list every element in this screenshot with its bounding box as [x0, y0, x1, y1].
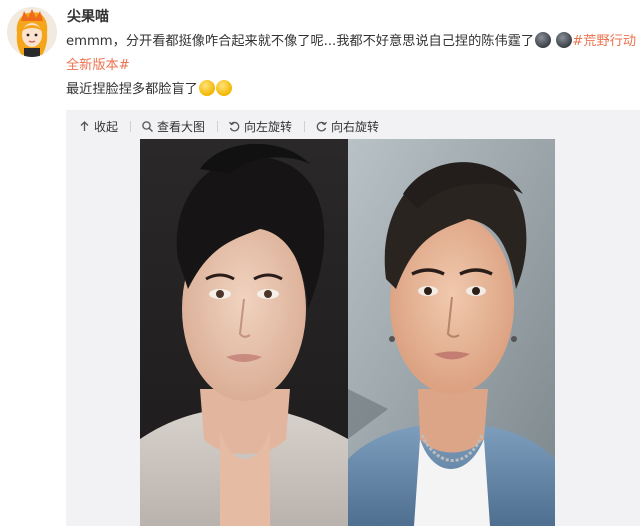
collapse-label: 收起	[94, 119, 119, 134]
toolbar-divider	[130, 120, 132, 132]
post-text: emmm，分开看都挺像咋合起来就不像了呢...我都不好意思说自己捏的陈伟霆了	[66, 34, 535, 49]
toolbar-divider	[217, 120, 219, 132]
rotate-left-icon	[229, 121, 240, 131]
arrow-up-icon	[80, 120, 89, 131]
rotate-right-icon	[316, 121, 328, 131]
media-toolbar: 收起 查看大图 向左旋转 向右旋转	[78, 116, 391, 136]
rotate-left-label: 向左旋转	[244, 119, 293, 134]
celebrity-portrait-image	[348, 139, 555, 526]
rotate-right-label: 向右旋转	[331, 119, 380, 134]
user-avatar[interactable]	[7, 7, 57, 57]
avatar-illustration	[7, 7, 57, 57]
toolbar-divider	[304, 120, 306, 132]
topic-link[interactable]: #荒野行动	[572, 34, 636, 49]
rotate-left-button[interactable]: 向左旋转	[228, 118, 292, 135]
laugh-cry-emoji-icon	[198, 80, 215, 96]
collapse-button[interactable]: 收起	[78, 118, 118, 135]
post-text-line-1: emmm，分开看都挺像咋合起来就不像了呢...我都不好意思说自己捏的陈伟霆了 #…	[66, 30, 636, 54]
rotate-right-button[interactable]: 向右旋转	[315, 118, 379, 135]
laugh-cry-emoji-icon	[215, 80, 232, 96]
view-large-label: 查看大图	[157, 119, 206, 134]
topic-link-continued[interactable]: 全新版本#	[66, 54, 632, 78]
post-text-3: 最近捏脸捏多都脸盲了	[66, 82, 198, 97]
game-character-face-image	[140, 139, 348, 526]
post-content: emmm，分开看都挺像咋合起来就不像了呢...我都不好意思说自己捏的陈伟霆了 #…	[66, 30, 636, 102]
username[interactable]: 尖果喵	[67, 6, 109, 26]
media-panel: 收起 查看大图 向左旋转 向右旋转	[66, 110, 640, 526]
post-text-line-3: 最近捏脸捏多都脸盲了	[66, 78, 632, 102]
dark-face-emoji-icon	[556, 32, 573, 48]
celebrity-photo[interactable]	[348, 139, 555, 526]
magnifier-icon	[142, 120, 154, 132]
view-large-button[interactable]: 查看大图	[141, 118, 205, 135]
game-character-photo[interactable]	[140, 139, 348, 526]
dark-face-emoji-icon	[535, 32, 552, 48]
